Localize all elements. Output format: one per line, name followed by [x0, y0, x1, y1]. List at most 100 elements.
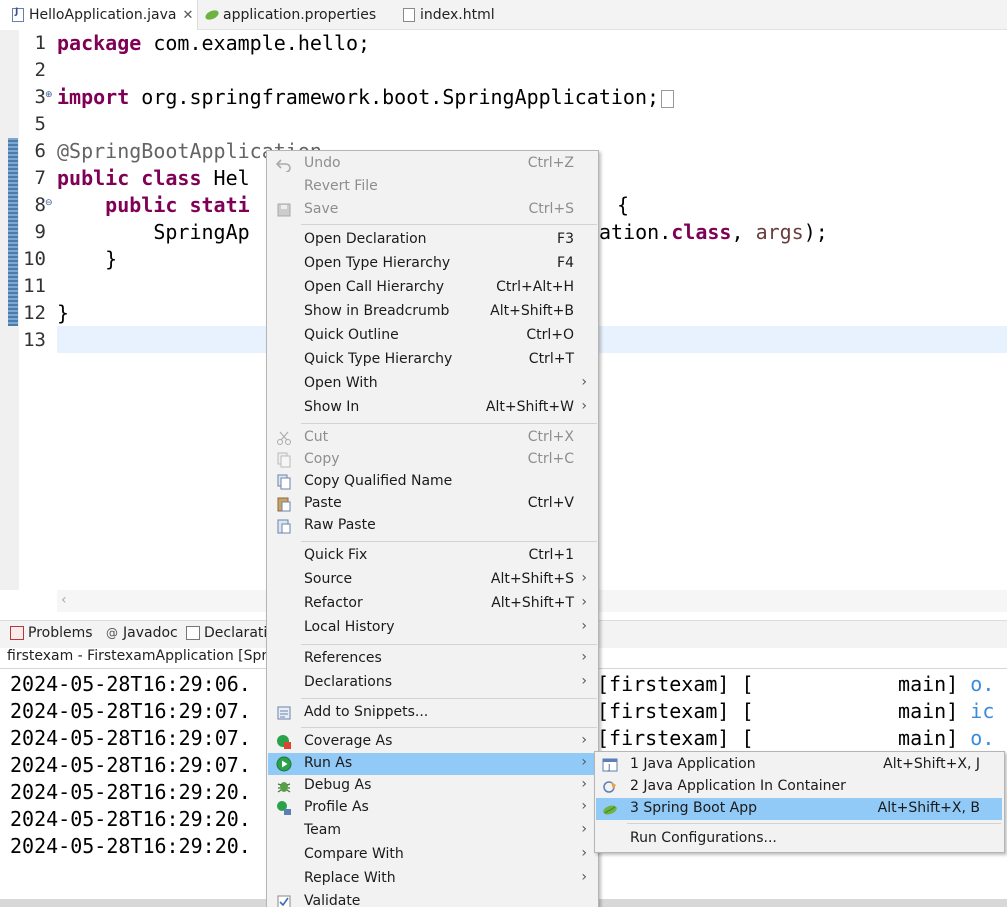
chevron-right-icon: ›	[581, 869, 587, 885]
menu-item-cut[interactable]: Cut Ctrl+X	[268, 427, 597, 449]
menu-separator	[301, 423, 597, 424]
run-icon	[276, 756, 292, 772]
code-line-3: import org.springframework.boot.SpringAp…	[57, 85, 675, 109]
menu-item-open-type-hierarchy[interactable]: Open Type Hierarchy F4	[268, 253, 597, 275]
line-number: 1	[34, 32, 46, 54]
collapsed-imports-icon[interactable]	[661, 89, 675, 108]
menu-item-undo[interactable]: Undo Ctrl+Z	[268, 153, 597, 175]
console-line: 2024-05-28T16:29:07.	[10, 699, 251, 723]
menu-item-copy[interactable]: Copy Ctrl+C	[268, 449, 597, 471]
profile-icon	[277, 801, 291, 815]
chevron-right-icon: ›	[581, 798, 587, 814]
tab-label: Declarati	[204, 625, 268, 641]
chevron-right-icon: ›	[581, 618, 587, 634]
menu-item-run-as[interactable]: Run As ›	[268, 753, 597, 775]
console-line: 2024-05-28T16:29:20.	[10, 834, 251, 858]
tab-application-properties[interactable]: application.properties	[204, 0, 394, 30]
submenu-item-run-configurations[interactable]: Run Configurations...	[596, 828, 1002, 850]
editor-tab-bar: HelloApplication.java ✕ application.prop…	[0, 0, 1007, 30]
menu-item-coverage-as[interactable]: Coverage As ›	[268, 731, 597, 753]
java-app-icon: J	[602, 758, 618, 772]
svg-text:J: J	[607, 763, 610, 772]
line-number: 13	[23, 329, 46, 351]
menu-item-validate[interactable]: Validate	[268, 891, 597, 907]
menu-separator	[627, 823, 1001, 824]
menu-item-revert-file[interactable]: Revert File	[268, 176, 597, 198]
menu-item-show-in[interactable]: Show In Alt+Shift+W ›	[268, 397, 597, 419]
tab-problems[interactable]: Problems	[10, 625, 93, 641]
code-line-1: package com.example.hello;	[57, 31, 371, 55]
console-line-right: [firstexam] [ main] o.	[597, 672, 995, 696]
chevron-right-icon: ›	[581, 673, 587, 689]
tab-javadoc[interactable]: @ Javadoc	[106, 625, 178, 641]
menu-item-debug-as[interactable]: Debug As ›	[268, 775, 597, 797]
java-file-icon	[12, 7, 24, 22]
raw-paste-icon	[277, 519, 291, 534]
console-line-right: [firstexam] [ main] o.	[597, 726, 995, 750]
line-number: 7	[34, 167, 46, 189]
console-line: 2024-05-28T16:29:07.	[10, 753, 251, 777]
line-number: 2	[34, 59, 46, 81]
fold-expand-icon[interactable]: ⊕	[45, 90, 53, 100]
console-line: 2024-05-28T16:29:20.	[10, 807, 251, 831]
menu-item-profile-as[interactable]: Profile As ›	[268, 797, 597, 819]
undo-icon	[276, 159, 291, 172]
chevron-right-icon: ›	[581, 374, 587, 390]
code-line-8: public stati	[105, 193, 250, 217]
menu-item-compare-with[interactable]: Compare With ›	[268, 844, 597, 866]
submenu-item-spring-boot-app[interactable]: 3 Spring Boot App Alt+Shift+X, B	[596, 798, 1002, 820]
menu-item-open-call-hierarchy[interactable]: Open Call Hierarchy Ctrl+Alt+H	[268, 277, 597, 299]
chevron-right-icon: ›	[581, 398, 587, 414]
copy-qualified-icon	[277, 474, 291, 490]
console-line: 2024-05-28T16:29:07.	[10, 726, 251, 750]
menu-separator	[301, 541, 597, 542]
menu-item-show-in-breadcrumb[interactable]: Show in Breadcrumb Alt+Shift+B	[268, 301, 597, 323]
chevron-right-icon: ›	[581, 754, 587, 770]
menu-item-open-with[interactable]: Open With ›	[268, 373, 597, 395]
line-number: 9	[34, 221, 46, 243]
copy-icon	[277, 452, 291, 468]
menu-item-source[interactable]: Source Alt+Shift+S ›	[268, 569, 597, 591]
menu-item-declarations[interactable]: Declarations ›	[268, 672, 597, 694]
tab-hello-application-java[interactable]: HelloApplication.java ✕	[0, 0, 198, 30]
snippets-icon	[277, 706, 291, 720]
close-icon[interactable]: ✕	[183, 8, 194, 23]
menu-separator	[301, 644, 597, 645]
container-app-icon	[603, 781, 616, 793]
chevron-right-icon: ›	[581, 570, 587, 586]
spring-boot-icon	[603, 805, 617, 815]
menu-item-open-declaration[interactable]: Open Declaration F3	[268, 229, 597, 251]
menu-item-quick-outline[interactable]: Quick Outline Ctrl+O	[268, 325, 597, 347]
menu-item-paste[interactable]: Paste Ctrl+V	[268, 493, 597, 515]
tab-declaration[interactable]: Declarati	[186, 625, 267, 641]
menu-item-refactor[interactable]: Refactor Alt+Shift+T ›	[268, 593, 597, 615]
menu-item-save[interactable]: Save Ctrl+S	[268, 199, 597, 221]
chevron-right-icon: ›	[581, 594, 587, 610]
menu-item-team[interactable]: Team ›	[268, 820, 597, 842]
line-number: 12	[23, 302, 46, 324]
submenu-item-java-application[interactable]: J 1 Java Application Alt+Shift+X, J	[596, 754, 1002, 776]
line-number: 8	[34, 194, 46, 216]
scroll-left-icon[interactable]: ‹	[61, 592, 67, 608]
paste-icon	[277, 497, 291, 512]
tab-index-html[interactable]: index.html	[403, 0, 503, 30]
menu-item-copy-qualified-name[interactable]: Copy Qualified Name	[268, 471, 597, 493]
console-line-right: [firstexam] [ main] ic	[597, 699, 995, 723]
menu-item-quick-fix[interactable]: Quick Fix Ctrl+1	[268, 545, 597, 567]
submenu-item-java-application-in-container[interactable]: 2 Java Application In Container	[596, 776, 1002, 798]
tab-label: Problems	[28, 625, 93, 641]
fold-collapse-icon[interactable]: ⊖	[45, 198, 53, 208]
line-number: 11	[23, 275, 46, 297]
code-line-7: public class Hel	[57, 166, 250, 190]
chevron-right-icon: ›	[581, 845, 587, 861]
menu-item-quick-type-hierarchy[interactable]: Quick Type Hierarchy Ctrl+T	[268, 349, 597, 371]
menu-item-local-history[interactable]: Local History ›	[268, 617, 597, 639]
menu-item-add-to-snippets[interactable]: Add to Snippets...	[268, 702, 597, 724]
line-number: 3	[34, 86, 46, 108]
menu-item-replace-with[interactable]: Replace With ›	[268, 868, 597, 890]
line-number: 10	[23, 248, 46, 270]
menu-item-references[interactable]: References ›	[268, 648, 597, 670]
chevron-right-icon: ›	[581, 649, 587, 665]
menu-separator	[301, 224, 597, 225]
menu-item-raw-paste[interactable]: Raw Paste	[268, 515, 597, 537]
